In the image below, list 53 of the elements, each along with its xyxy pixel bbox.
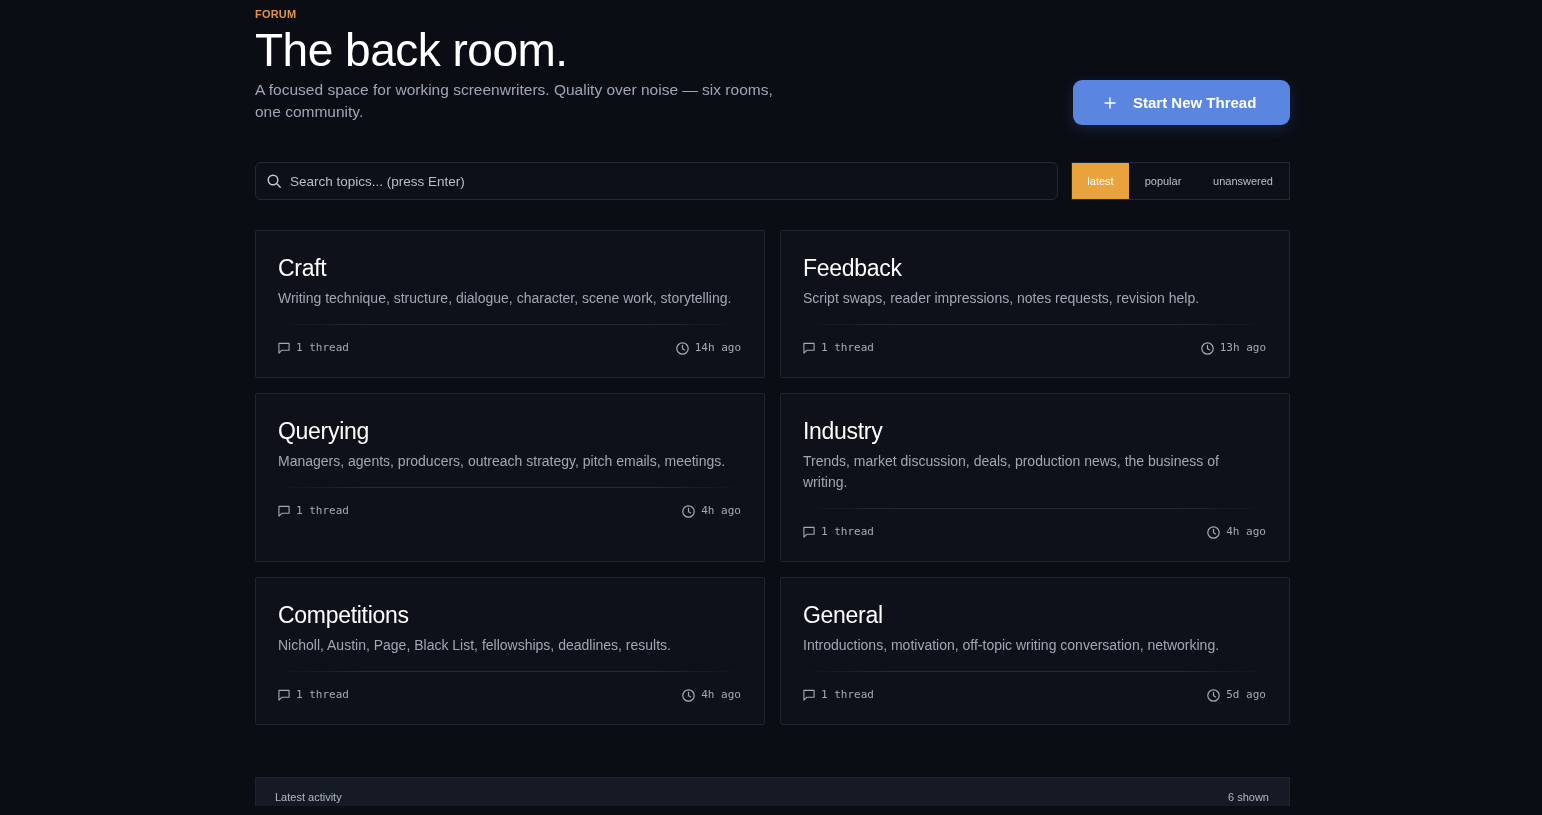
category-card[interactable]: Competitions Nicholl, Austin, Page, Black List, fellowships, deadlines, results. 1 thread 4h ago [255,577,765,725]
new-thread-button[interactable]: Start New Thread [1073,80,1290,125]
clock-icon [1207,688,1221,702]
category-description: Managers, agents, producers, outreach strategy, pitch emails, meetings. [278,452,727,471]
page-title: The back room. [255,24,569,76]
thread-count: 1 thread [821,340,874,356]
category-description: Trends, market discussion, deals, production news, the business of writing. [803,452,1220,492]
category-card[interactable]: Querying Managers, agents, producers, outreach strategy, pitch emails, meetings. 1 thread 4h ago [255,393,765,562]
last-activity-time: 4h ago [1226,524,1266,540]
last-activity-time: 5d ago [1226,687,1266,703]
clock-icon [682,504,696,518]
category-description: Introductions, motivation, off-topic writing conversation, networking. [803,636,1221,655]
clock-icon [675,341,689,355]
category-title: Feedback [803,254,903,282]
page-subtitle: A focused space for working screenwriters. Quality over noise — six rooms, one community. [255,80,774,122]
last-activity-time: 13h ago [1219,340,1266,356]
category-title: Competitions [278,601,410,629]
plus-icon [1104,96,1116,109]
speech-bubble-icon [278,342,290,354]
speech-bubble-icon [278,689,290,701]
activity-count: 6 shown [1228,790,1269,804]
thread-count: 1 thread [296,503,349,519]
category-title: Industry [803,417,884,445]
sort-tab[interactable]: popular [1129,163,1197,199]
category-description: Nicholl, Austin, Page, Black List, fellowships, deadlines, results. [278,636,672,655]
category-card[interactable]: Craft Writing technique, structure, dialogue, character, scene work, storytelling. 1 thread 14h ago [255,230,765,378]
activity-title: Latest activity [275,790,342,804]
category-description: Writing technique, structure, dialogue, character, scene work, storytelling. [278,289,733,308]
last-activity-time: 4h ago [701,687,741,703]
sort-tab[interactable]: unanswered [1197,163,1289,199]
category-card[interactable]: Industry Trends, market discussion, deals, production news, the business of writing. 1 thread 4h ago [780,393,1290,562]
category-card[interactable]: General Introductions, motivation, off-topic writing conversation, networking. 1 thread 5d ago [780,577,1290,725]
search-field[interactable]: Search topics... (press Enter) [255,162,1058,200]
thread-count: 1 thread [821,687,874,703]
speech-bubble-icon [803,689,815,701]
category-title: Querying [278,417,370,445]
clock-icon [1207,525,1221,539]
thread-count: 1 thread [821,524,874,540]
thread-count: 1 thread [296,340,349,356]
last-activity-time: 4h ago [701,503,741,519]
eyebrow-label: FORUM [255,7,298,21]
speech-bubble-icon [803,526,815,538]
category-card[interactable]: Feedback Script swaps, reader impressions, notes requests, revision help. 1 thread 13h ago [780,230,1290,378]
category-description: Script swaps, reader impressions, notes requests, revision help. [803,289,1201,308]
search-icon [267,174,281,188]
speech-bubble-icon [803,342,815,354]
clock-icon [1200,341,1214,355]
clock-icon [682,688,696,702]
category-title: Craft [278,254,328,282]
speech-bubble-icon [278,505,290,517]
category-title: General [803,601,884,629]
thread-count: 1 thread [296,687,349,703]
last-activity-time: 14h ago [694,340,741,356]
